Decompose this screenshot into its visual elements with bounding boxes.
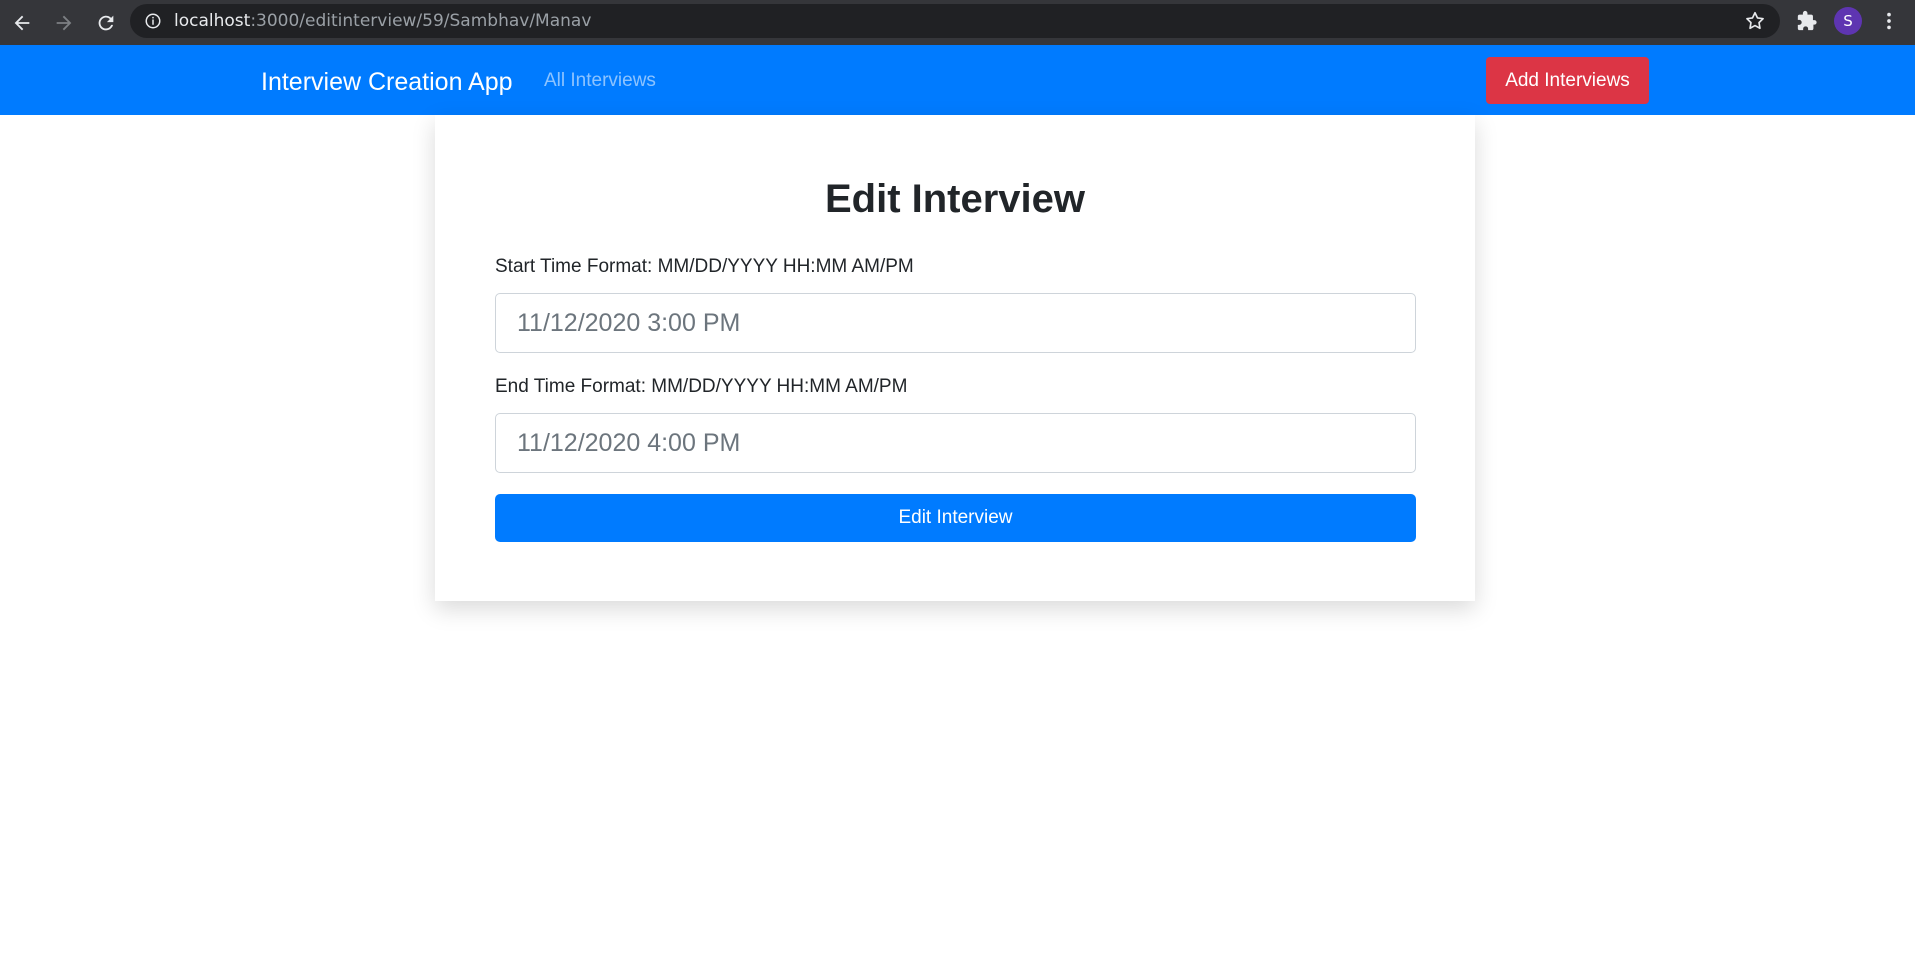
app-navbar: Interview Creation App All Interviews Ad… (0, 45, 1915, 115)
profile-avatar[interactable]: S (1834, 7, 1862, 35)
end-time-input[interactable] (495, 413, 1416, 473)
forward-button[interactable] (44, 3, 84, 43)
edit-interview-card: Edit Interview Start Time Format: MM/DD/… (435, 115, 1475, 601)
start-time-input[interactable] (495, 293, 1416, 353)
brand-title[interactable]: Interview Creation App (261, 67, 513, 97)
reload-button[interactable] (86, 3, 126, 43)
url-path: :3000/editinterview/59/Sambhav/Manav (250, 11, 592, 31)
kebab-menu-icon[interactable] (1878, 10, 1900, 32)
extensions-icon[interactable] (1796, 10, 1818, 32)
address-bar[interactable]: localhost:3000/editinterview/59/Sambhav/… (130, 4, 1780, 38)
end-time-label: End Time Format: MM/DD/YYYY HH:MM AM/PM (495, 376, 908, 397)
info-icon[interactable] (144, 12, 162, 30)
star-icon[interactable] (1744, 10, 1766, 32)
nav-link-all-interviews[interactable]: All Interviews (544, 70, 656, 93)
back-button[interactable] (2, 3, 42, 43)
add-interviews-button[interactable]: Add Interviews (1486, 57, 1649, 104)
browser-toolbar: localhost:3000/editinterview/59/Sambhav/… (0, 0, 1915, 45)
back-arrow-icon (14, 15, 30, 30)
page-title: Edit Interview (824, 177, 1086, 221)
edit-interview-button[interactable]: Edit Interview (495, 494, 1416, 542)
start-time-label: Start Time Format: MM/DD/YYYY HH:MM AM/P… (495, 256, 914, 277)
reload-icon (98, 15, 114, 30)
forward-arrow-icon (56, 15, 72, 30)
url-host: localhost (174, 11, 251, 31)
